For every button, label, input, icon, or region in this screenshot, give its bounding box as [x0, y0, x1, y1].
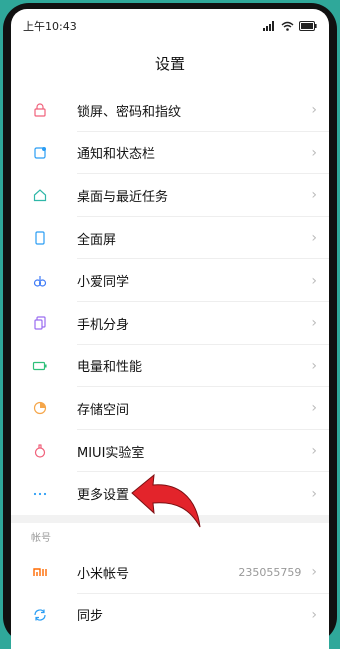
lock-icon — [29, 99, 51, 121]
settings-item-battery[interactable]: 电量和性能 › — [11, 345, 329, 388]
page-header: 设置 — [11, 37, 329, 89]
settings-screen: 上午10:43 设置 锁屏、密码和指纹 › 通知和状态栏 › 桌面与最近任务 ›… — [11, 9, 329, 649]
pointer-arrow-icon — [131, 473, 201, 528]
status-time: 上午10:43 — [23, 20, 77, 33]
dual-phone-icon — [29, 312, 51, 334]
chevron-right-icon: › — [311, 315, 317, 332]
settings-item-label: 全面屏 — [77, 232, 117, 248]
lab-flask-icon — [29, 440, 51, 462]
settings-item-dual-apps[interactable]: 手机分身 › — [11, 302, 329, 345]
settings-item-label: 桌面与最近任务 — [77, 189, 169, 205]
fullscreen-icon — [29, 227, 51, 249]
chevron-right-icon: › — [311, 443, 317, 460]
battery-icon — [29, 355, 51, 377]
settings-item-label: 小爱同学 — [77, 275, 130, 291]
settings-item-label: 锁屏、密码和指纹 — [77, 104, 182, 120]
xiaoai-icon — [29, 270, 51, 292]
page-title: 设置 — [154, 54, 185, 73]
settings-item-fullscreen[interactable]: 全面屏 › — [11, 217, 329, 260]
chevron-right-icon: › — [311, 187, 317, 204]
settings-item-miui-lab[interactable]: MIUI实验室 › — [11, 430, 329, 473]
settings-item-mi-account[interactable]: 小米帐号 235055759 › — [11, 551, 329, 594]
chevron-right-icon: › — [311, 230, 317, 247]
chevron-right-icon: › — [311, 564, 317, 581]
settings-item-xiaoai[interactable]: 小爱同学 › — [11, 259, 329, 302]
settings-item-label: 手机分身 — [77, 317, 130, 333]
chevron-right-icon: › — [311, 400, 317, 417]
settings-item-label: 同步 — [77, 609, 104, 625]
settings-item-lock-screen[interactable]: 锁屏、密码和指纹 › — [11, 89, 329, 132]
more-dots-icon — [29, 483, 51, 505]
status-bar: 上午10:43 — [11, 9, 329, 37]
chevron-right-icon: › — [311, 606, 317, 623]
settings-item-notifications[interactable]: 通知和状态栏 › — [11, 132, 329, 175]
settings-list: 锁屏、密码和指纹 › 通知和状态栏 › 桌面与最近任务 › 全面屏 › 小爱同学… — [11, 89, 329, 515]
signal-icon — [263, 21, 276, 31]
account-id-value: 235055759 — [238, 565, 302, 579]
settings-item-storage[interactable]: 存储空间 › — [11, 387, 329, 430]
settings-item-sync[interactable]: 同步 › — [11, 594, 329, 637]
chevron-right-icon: › — [311, 272, 317, 289]
home-icon — [29, 184, 51, 206]
settings-item-home-screen[interactable]: 桌面与最近任务 › — [11, 174, 329, 217]
settings-item-label: 电量和性能 — [77, 360, 143, 376]
chevron-right-icon: › — [311, 485, 317, 502]
account-list: 小米帐号 235055759 › 同步 › — [11, 551, 329, 636]
storage-icon — [29, 397, 51, 419]
settings-item-label: 通知和状态栏 — [77, 147, 156, 163]
sync-icon — [29, 604, 51, 626]
notification-icon — [29, 142, 51, 164]
wifi-icon — [281, 21, 294, 31]
settings-item-label: 存储空间 — [77, 402, 130, 418]
settings-item-label: MIUI实验室 — [77, 445, 145, 461]
battery-status-icon — [299, 21, 317, 31]
status-icons — [263, 21, 317, 31]
mi-account-icon — [29, 561, 51, 583]
settings-item-label: 小米帐号 — [77, 566, 130, 582]
chevron-right-icon: › — [311, 102, 317, 119]
chevron-right-icon: › — [311, 144, 317, 161]
chevron-right-icon: › — [311, 357, 317, 374]
